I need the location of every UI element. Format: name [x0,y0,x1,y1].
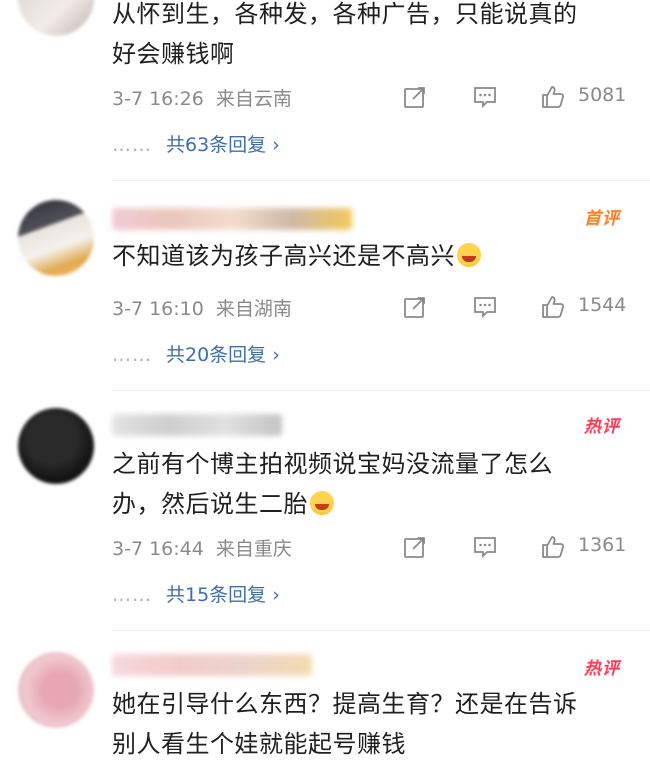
view-replies-link[interactable]: …… 共63条回复 › [112,130,280,157]
comment-time: 3-7 16:10 [112,298,204,320]
comment-text: 不知道该为孩子高兴还是不高兴 [112,236,632,276]
comment-text-line: 别人看生个娃就能起号赚钱 [112,730,406,758]
divider [112,630,650,631]
comment-location: 来自湖南 [215,298,292,320]
view-replies-link[interactable]: …… 共15条回复 › [112,580,280,607]
share-icon[interactable] [402,294,428,320]
comment-icon[interactable] [472,84,498,110]
username-blurred[interactable] [112,414,282,436]
hot-comment-badge: 热评 [584,659,620,679]
comment-actions: 1544 [400,294,632,324]
reply-prefix: …… [112,584,152,606]
share-icon[interactable] [402,534,428,560]
share-icon[interactable] [402,84,428,110]
comment-icon[interactable] [472,534,498,560]
divider [112,390,650,391]
comment-text-line: 不知道该为孩子高兴还是不高兴 [112,236,632,276]
reply-prefix: …… [112,344,152,366]
comment-text-content: 不知道该为孩子高兴还是不高兴 [112,242,455,270]
avatar[interactable] [18,652,94,728]
hot-comment-badge: 热评 [584,417,620,437]
like-count: 1361 [578,534,627,556]
reply-count: 共15条回复 › [166,584,280,606]
comment-text: 之前有个博主拍视频说宝妈没流量了怎么 办，然后说生二胎 [112,444,632,524]
view-replies-link[interactable]: …… 共20条回复 › [112,340,280,367]
comment-time: 3-7 16:26 [112,88,204,110]
comment-text-line: 从怀到生，各种发，各种广告，只能说真的 [112,0,578,28]
comment-text: 从怀到生，各种发，各种广告，只能说真的 好会赚钱啊 [112,0,632,74]
comment-text-line: 她在引导什么东西？提高生育？还是在告诉 [112,690,578,718]
reply-count: 共20条回复 › [166,344,280,366]
laughing-emoji-icon [457,243,481,267]
like-count: 1544 [578,294,627,316]
comment-text-line: 办，然后说生二胎 [112,484,632,524]
username-blurred[interactable] [112,654,312,676]
comment-icon[interactable] [472,294,498,320]
comment-location: 来自重庆 [215,538,292,560]
comment-actions: 1361 [400,534,632,564]
divider [112,180,650,181]
avatar[interactable] [18,408,94,484]
avatar[interactable] [18,0,94,36]
thumbs-up-icon[interactable] [540,84,566,110]
comment-actions: 5081 [400,84,632,114]
like-count: 5081 [578,84,627,106]
comment-meta: 3-7 16:44 来自重庆 [112,534,292,561]
thumbs-up-icon[interactable] [540,294,566,320]
comment-time: 3-7 16:44 [112,538,204,560]
comment-text-content: 办，然后说生二胎 [112,490,308,518]
comment-meta: 3-7 16:26 来自云南 [112,84,292,111]
comment-text-line: 好会赚钱啊 [112,40,235,68]
comment-meta: 3-7 16:10 来自湖南 [112,294,292,321]
thumbs-up-icon[interactable] [540,534,566,560]
laughing-emoji-icon [310,491,334,515]
comment-location: 来自云南 [215,88,292,110]
comment-text: 她在引导什么东西？提高生育？还是在告诉 别人看生个娃就能起号赚钱 [112,684,632,764]
comment-text-line: 之前有个博主拍视频说宝妈没流量了怎么 [112,450,553,478]
username-blurred[interactable] [112,208,352,230]
reply-count: 共63条回复 › [166,134,280,156]
reply-prefix: …… [112,134,152,156]
avatar[interactable] [18,200,94,276]
first-comment-badge: 首评 [584,209,620,229]
